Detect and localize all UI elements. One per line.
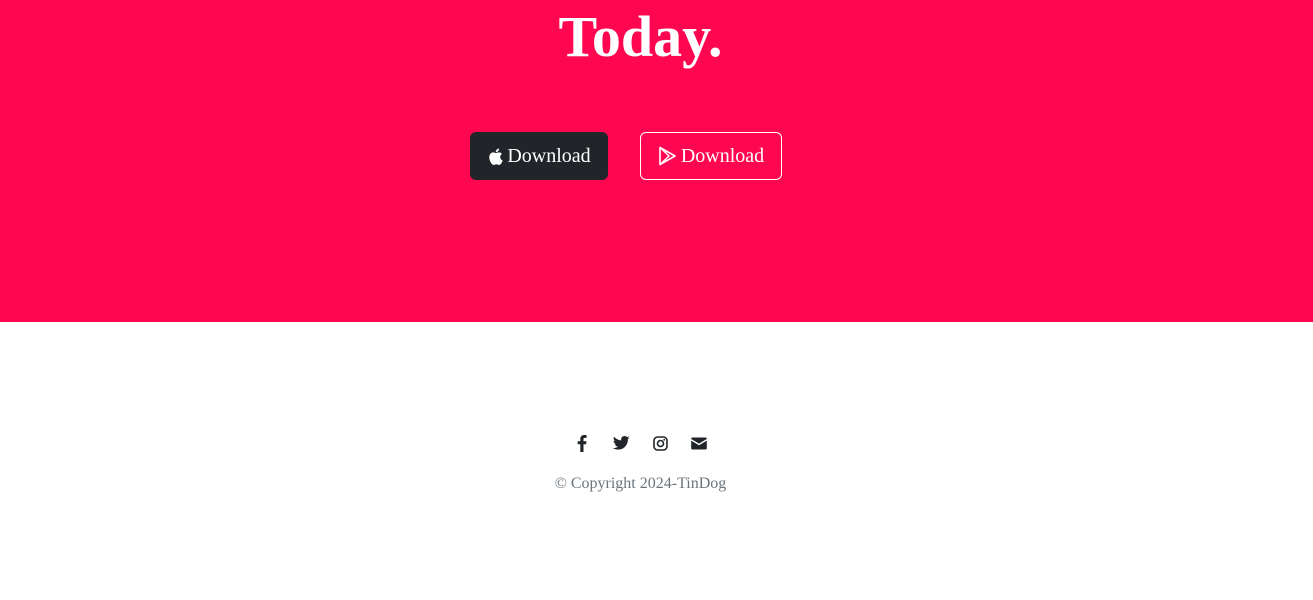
apple-icon: [487, 147, 504, 166]
envelope-icon[interactable]: [690, 434, 708, 452]
google-play-icon: [658, 146, 677, 166]
apple-download-label: Download: [507, 144, 591, 167]
google-play-download-label: Download: [680, 144, 765, 167]
cta-section: Today. Download Download: [0, 0, 1313, 322]
instagram-icon[interactable]: [651, 434, 669, 452]
facebook-icon[interactable]: [573, 434, 591, 452]
google-play-download-button[interactable]: Download: [640, 132, 782, 180]
apple-download-button[interactable]: Download: [470, 132, 608, 180]
twitter-icon[interactable]: [612, 434, 630, 452]
copyright-text: © Copyright 2024-TinDog: [554, 475, 727, 492]
social-icons: [0, 434, 1281, 452]
cta-title: Today.: [558, 4, 723, 69]
